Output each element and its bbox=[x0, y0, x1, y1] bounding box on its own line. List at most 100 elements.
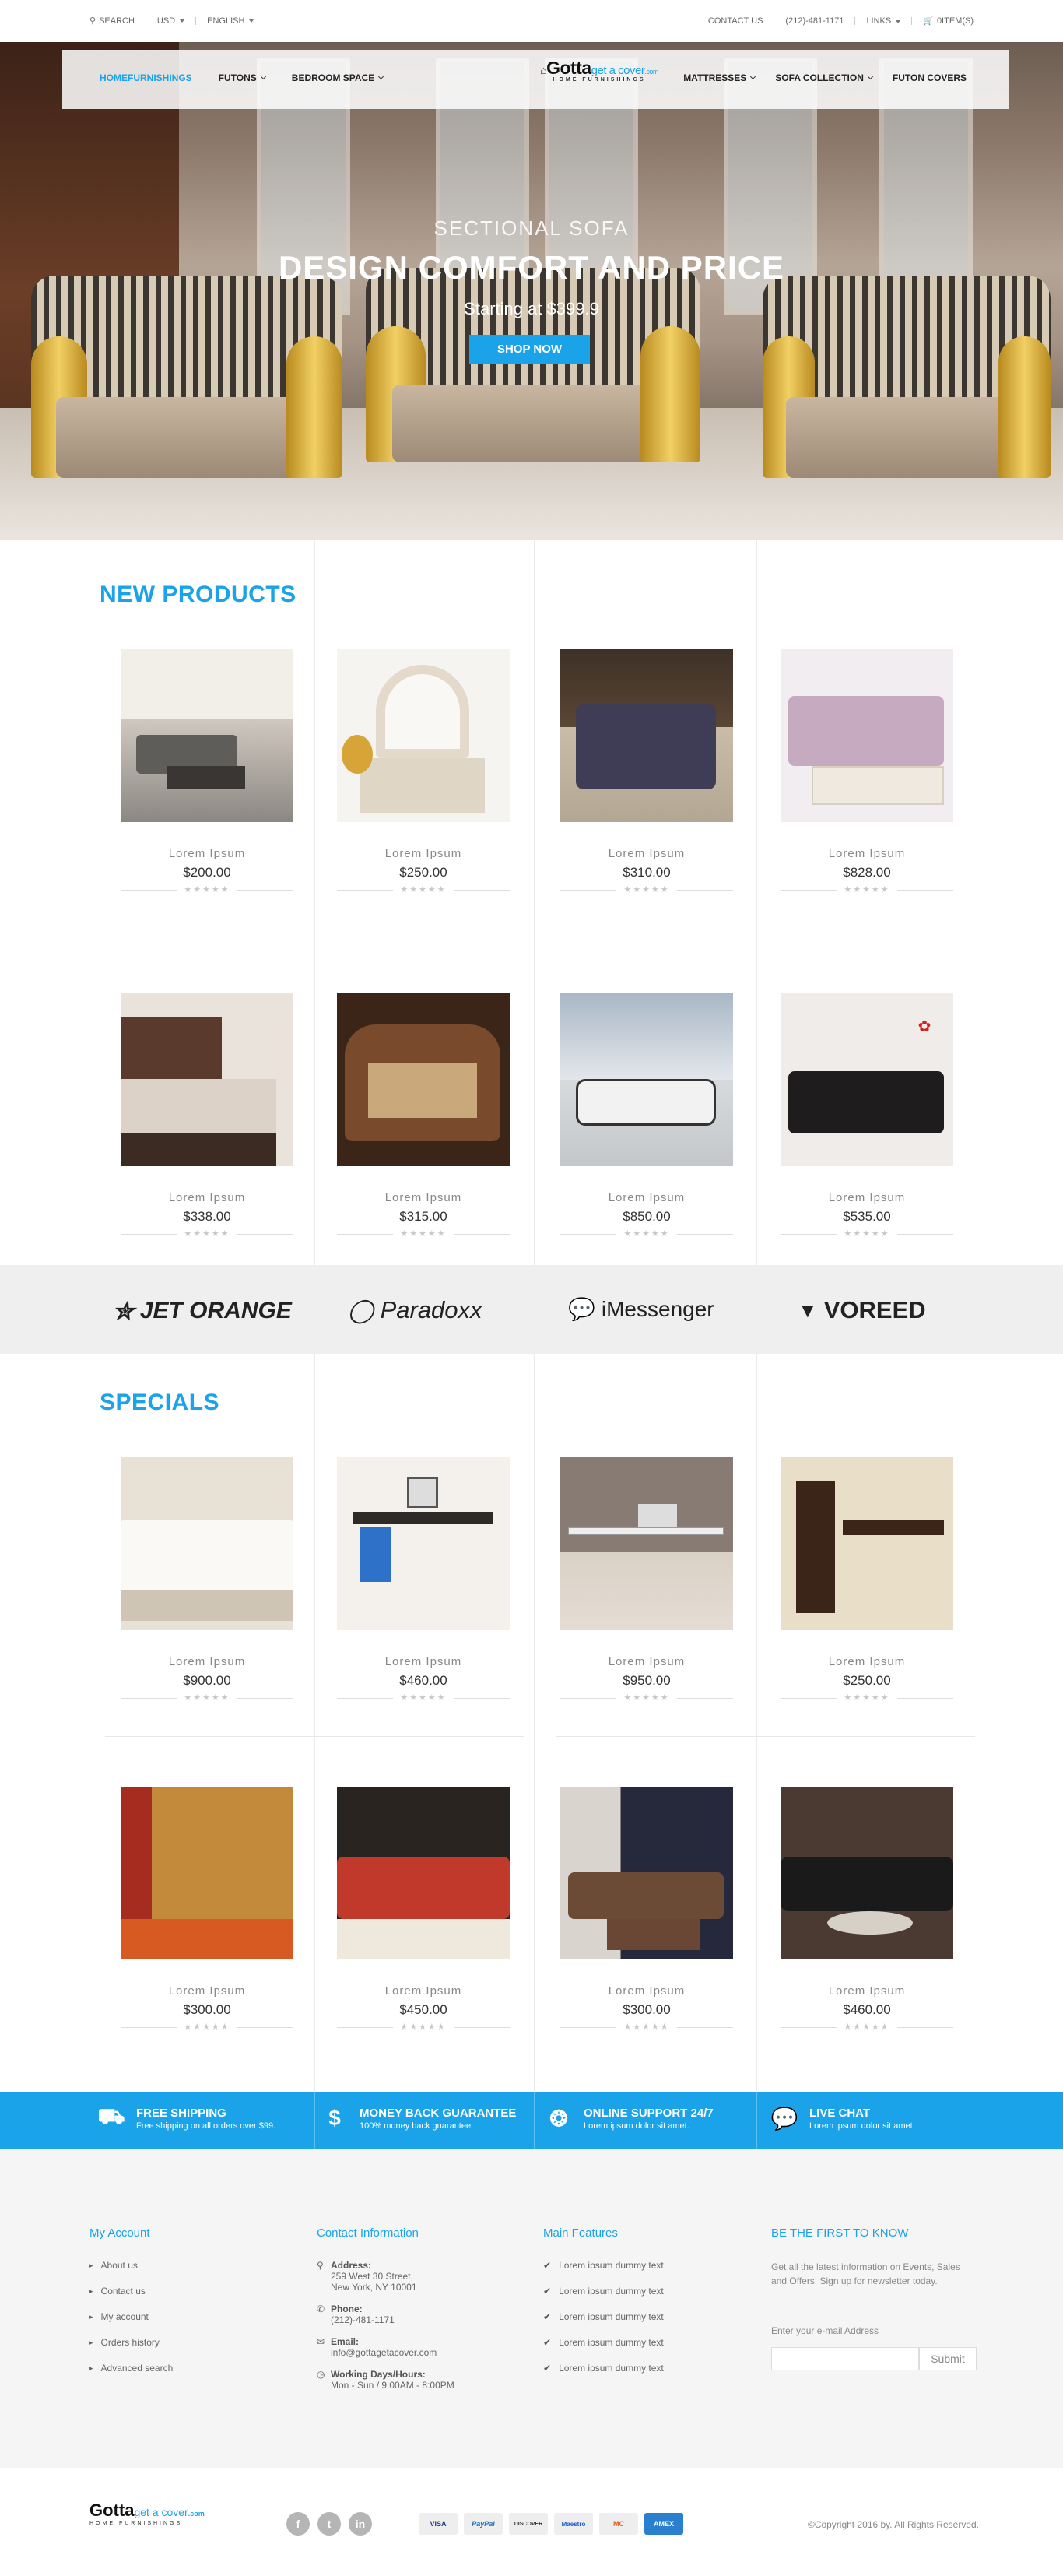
product-image[interactable] bbox=[337, 1457, 510, 1630]
cart-link[interactable]: 🛒 0ITEM(S) bbox=[923, 16, 974, 26]
product-card[interactable]: Lorem Ipsum $310.00 ★★★★★ bbox=[560, 649, 733, 894]
footer-email: ✉ Email: info@gottagetacover.com bbox=[317, 2336, 437, 2358]
divider bbox=[314, 2092, 315, 2149]
product-image[interactable] bbox=[121, 993, 293, 1166]
phone-icon: ✆ bbox=[317, 2304, 325, 2314]
language-dropdown[interactable]: ENGLISH bbox=[207, 16, 254, 26]
product-image[interactable] bbox=[337, 649, 510, 822]
divider bbox=[756, 2092, 757, 2149]
mastercard-icon: MC bbox=[599, 2513, 638, 2535]
footer: My Account ▸ About us ▸ Contact us ▸ My acc… bbox=[0, 2149, 1063, 2468]
maestro-icon: Maestro bbox=[554, 2513, 593, 2535]
product-price: $310.00 bbox=[623, 865, 671, 880]
footer-link[interactable]: ▸ Orders history bbox=[89, 2337, 173, 2348]
footer-feature-item[interactable]: ✔ Lorem ipsum dummy text bbox=[543, 2337, 664, 2348]
product-name: Lorem Ipsum bbox=[384, 1984, 462, 1998]
footer-link[interactable]: ▸ Advanced search bbox=[89, 2363, 173, 2374]
product-card[interactable]: ✿ Lorem Ipsum $535.00 ★★★★★ bbox=[781, 993, 953, 1239]
rating-stars: ★★★★★ bbox=[560, 1228, 733, 1239]
product-image[interactable] bbox=[337, 993, 510, 1166]
product-image[interactable] bbox=[337, 1787, 510, 1959]
product-name: Lorem Ipsum bbox=[828, 1191, 906, 1204]
product-card[interactable]: Lorem Ipsum $250.00 ★★★★★ bbox=[781, 1457, 953, 1703]
facebook-icon[interactable]: f bbox=[286, 2512, 310, 2536]
product-card[interactable]: Lorem Ipsum $300.00 ★★★★★ bbox=[560, 1787, 733, 2032]
footer-feature-item[interactable]: ✔ Lorem ipsum dummy text bbox=[543, 2363, 664, 2374]
linkedin-icon[interactable]: in bbox=[349, 2512, 372, 2536]
footer-logo[interactable]: Gottaget a cover.com HOME FURNISHINGS bbox=[89, 2500, 205, 2526]
nav-futon-covers[interactable]: FUTON COVERS bbox=[893, 72, 967, 83]
feature-live-chat: 💬 LIVE CHAT Lorem ipsum dolor sit amet. bbox=[770, 2104, 915, 2132]
house-icon: ⌂ bbox=[540, 64, 547, 76]
newsletter-submit-button[interactable]: Submit bbox=[919, 2347, 977, 2370]
check-icon: ✔ bbox=[543, 2260, 552, 2271]
contact-link[interactable]: CONTACT US bbox=[708, 16, 763, 26]
nav-homefurnishings[interactable]: HOMEFURNISHINGS bbox=[100, 72, 192, 83]
envelope-icon: ✉ bbox=[317, 2336, 325, 2347]
shop-now-button[interactable]: SHOP NOW bbox=[469, 335, 590, 364]
currency-dropdown[interactable]: USD bbox=[157, 16, 185, 26]
product-image[interactable] bbox=[781, 649, 953, 822]
chevron-down-icon bbox=[867, 73, 873, 80]
product-card[interactable]: Lorem Ipsum $828.00 ★★★★★ bbox=[781, 649, 953, 894]
product-image[interactable] bbox=[781, 1787, 953, 1959]
chevron-right-icon: ▸ bbox=[89, 2261, 93, 2269]
product-card[interactable]: Lorem Ipsum $850.00 ★★★★★ bbox=[560, 993, 733, 1239]
product-card[interactable]: Lorem Ipsum $338.00 ★★★★★ bbox=[121, 993, 293, 1239]
product-card[interactable]: Lorem Ipsum $250.00 ★★★★★ bbox=[337, 649, 510, 894]
product-card[interactable]: Lorem Ipsum $460.00 ★★★★★ bbox=[337, 1457, 510, 1703]
product-price: $828.00 bbox=[843, 865, 891, 880]
product-image[interactable] bbox=[560, 1787, 733, 1959]
product-image[interactable] bbox=[560, 993, 733, 1166]
rating-stars: ★★★★★ bbox=[560, 1692, 733, 1703]
footer-phone: ✆ Phone: (212)-481-1171 bbox=[317, 2304, 395, 2325]
site-logo[interactable]: ⌂Gottaget a cover.com HOME FURNISHINGS bbox=[529, 58, 669, 100]
footer-link[interactable]: ▸ My account bbox=[89, 2311, 173, 2322]
product-price: $338.00 bbox=[183, 1209, 231, 1224]
product-card[interactable]: Lorem Ipsum $315.00 ★★★★★ bbox=[337, 993, 510, 1239]
product-name: Lorem Ipsum bbox=[608, 847, 686, 860]
chevron-down-icon bbox=[378, 73, 384, 80]
footer-address: ⚲ Address: 259 West 30 Street, New York, NY… bbox=[317, 2260, 417, 2293]
product-image[interactable] bbox=[121, 1787, 293, 1959]
footer-feature-item[interactable]: ✔ Lorem ipsum dummy text bbox=[543, 2311, 664, 2322]
product-image[interactable]: ✿ bbox=[781, 993, 953, 1166]
product-image[interactable] bbox=[121, 649, 293, 822]
product-image[interactable] bbox=[781, 1457, 953, 1630]
product-price: $535.00 bbox=[843, 1209, 891, 1224]
footer-feature-item[interactable]: ✔ Lorem ipsum dummy text bbox=[543, 2286, 664, 2297]
hero-kicker: SECTIONAL SOFA bbox=[433, 216, 630, 240]
product-image[interactable] bbox=[121, 1457, 293, 1630]
hero-title: DESIGN COMFORT AND PRICE bbox=[278, 249, 785, 286]
product-price: $300.00 bbox=[183, 2002, 231, 2017]
product-name: Lorem Ipsum bbox=[384, 1191, 462, 1204]
footer-feature-item[interactable]: ✔ Lorem ipsum dummy text bbox=[543, 2260, 664, 2271]
brand-voreed[interactable]: ▼ VOREED bbox=[798, 1296, 926, 1324]
brand-jet-orange[interactable]: ✮ JET ORANGE bbox=[113, 1296, 292, 1326]
product-name: Lorem Ipsum bbox=[608, 1191, 686, 1204]
footer-link[interactable]: ▸ About us bbox=[89, 2260, 173, 2271]
product-card[interactable]: Lorem Ipsum $300.00 ★★★★★ bbox=[121, 1787, 293, 2032]
product-card[interactable]: Lorem Ipsum $200.00 ★★★★★ bbox=[121, 649, 293, 894]
product-card[interactable]: Lorem Ipsum $450.00 ★★★★★ bbox=[337, 1787, 510, 2032]
footer-link[interactable]: ▸ Contact us bbox=[89, 2286, 173, 2297]
product-name: Lorem Ipsum bbox=[384, 847, 462, 860]
links-dropdown[interactable]: LINKS bbox=[866, 16, 901, 26]
nav-sofa-collection[interactable]: SOFA COLLECTION bbox=[775, 72, 873, 83]
nav-mattresses[interactable]: MATTRESSES bbox=[683, 72, 756, 83]
nav-futons[interactable]: FUTONS bbox=[219, 72, 266, 83]
product-card[interactable]: Lorem Ipsum $900.00 ★★★★★ bbox=[121, 1457, 293, 1703]
twitter-icon[interactable]: t bbox=[317, 2512, 341, 2536]
product-card[interactable]: Lorem Ipsum $950.00 ★★★★★ bbox=[560, 1457, 733, 1703]
product-card[interactable]: Lorem Ipsum $460.00 ★★★★★ bbox=[781, 1787, 953, 2032]
row-divider bbox=[105, 1736, 524, 1737]
product-image[interactable] bbox=[560, 649, 733, 822]
brand-paradoxx[interactable]: ◯ Paradoxx bbox=[348, 1296, 482, 1324]
newsletter-email-input[interactable] bbox=[771, 2347, 919, 2370]
product-image[interactable] bbox=[560, 1457, 733, 1630]
brand-imessenger[interactable]: 💬 iMessenger bbox=[568, 1296, 714, 1322]
chevron-right-icon: ▸ bbox=[89, 2286, 93, 2295]
payment-methods: VISA PayPal DISCOVER Maestro MC AMEX bbox=[419, 2513, 683, 2535]
search-link[interactable]: ⚲ SEARCH bbox=[89, 16, 135, 26]
nav-bedroom-space[interactable]: BEDROOM SPACE bbox=[292, 72, 384, 83]
